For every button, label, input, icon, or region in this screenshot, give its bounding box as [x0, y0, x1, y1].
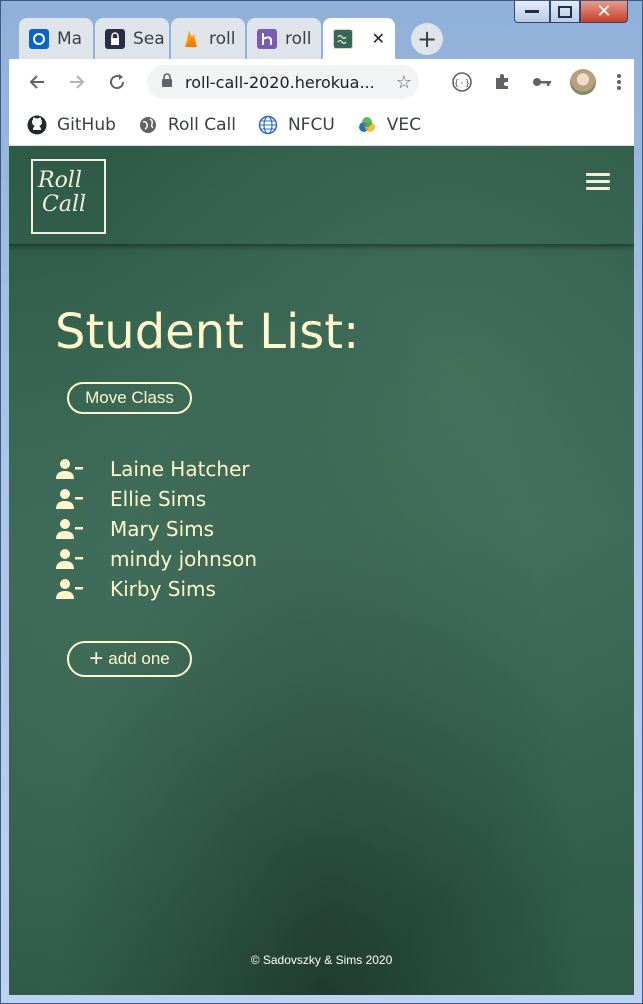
list-item[interactable]: Mary Sims	[56, 514, 257, 544]
logo-line-2: Call	[42, 192, 87, 217]
bookmark-star-icon[interactable]: ☆	[389, 72, 419, 93]
window-close-button[interactable]: ✕	[580, 1, 628, 23]
passwords-key-icon[interactable]	[522, 76, 562, 88]
list-item[interactable]: Kirby Sims	[56, 574, 257, 604]
back-button[interactable]	[17, 73, 57, 91]
menu-kebab-icon[interactable]	[604, 74, 634, 90]
minimize-icon	[525, 9, 539, 13]
student-name: Laine Hatcher	[110, 457, 250, 481]
remove-user-icon[interactable]	[56, 548, 110, 570]
bookmark-nfcu[interactable]: NFCU	[258, 115, 335, 135]
move-class-button[interactable]: Move Class	[67, 382, 192, 414]
outlook-icon	[29, 28, 49, 49]
hamburger-menu-icon[interactable]	[586, 173, 610, 194]
tab-firebase[interactable]: roll	[171, 18, 245, 59]
student-name: Kirby Sims	[110, 577, 216, 601]
tab-label: roll	[209, 28, 236, 49]
forward-button[interactable]	[57, 73, 97, 91]
bookmark-github[interactable]: GitHub	[27, 115, 116, 135]
firebase-icon	[181, 29, 201, 49]
footer-copyright: © Sadovszky & Sims 2020	[250, 953, 393, 967]
bookmark-label: VEC	[386, 115, 422, 135]
address-bar[interactable]: roll-call-2020.herokua... ☆	[147, 65, 419, 99]
tab-label: roll	[285, 28, 312, 49]
roll-call-favicon	[333, 28, 353, 49]
student-name: mindy johnson	[110, 547, 258, 571]
profile-avatar[interactable]	[570, 69, 596, 95]
maximize-button[interactable]	[550, 1, 580, 23]
student-list: Laine Hatcher Ellie Sims Mary Sims mindy…	[56, 454, 257, 604]
tab-heroku[interactable]: roll	[247, 18, 321, 59]
globe-icon	[138, 115, 158, 135]
list-item[interactable]: mindy johnson	[56, 544, 257, 574]
list-item[interactable]: Ellie Sims	[56, 484, 257, 514]
tab-roll-call[interactable]: ✕	[323, 18, 395, 59]
browser-window: ✕ Ma Sea roll roll ✕ + roll-call-2020.he…	[0, 0, 643, 1004]
back-arrow-icon	[29, 75, 44, 89]
remove-user-icon[interactable]	[56, 488, 110, 510]
lock-icon	[161, 72, 173, 92]
github-icon	[27, 115, 47, 135]
tab-search[interactable]: Sea	[95, 18, 169, 59]
extension-code-icon[interactable]: {·}	[442, 71, 482, 93]
roll-call-logo[interactable]: Roll Call	[31, 159, 106, 234]
remove-user-icon[interactable]	[56, 458, 110, 480]
window-controls: ✕	[514, 1, 628, 23]
plus-icon: +	[89, 645, 104, 672]
remove-user-icon[interactable]	[56, 518, 110, 540]
bookmark-label: Roll Call	[167, 115, 236, 135]
add-student-button[interactable]: + add one	[67, 641, 192, 677]
page-title: Student List:	[55, 304, 360, 360]
bookmark-label: NFCU	[287, 115, 335, 135]
tab-close-button[interactable]: ✕	[372, 29, 385, 48]
student-name: Mary Sims	[110, 517, 215, 541]
url-text: roll-call-2020.herokua...	[185, 72, 375, 92]
svg-text:{·}: {·}	[454, 79, 470, 89]
toolbar-actions: {·}	[442, 59, 634, 105]
logo-line-1: Roll	[38, 168, 82, 193]
tab-label: Sea	[133, 28, 165, 49]
new-tab-button[interactable]: +	[411, 23, 443, 55]
reload-icon	[110, 74, 125, 90]
bookmarks-bar: GitHub Roll Call NFCU VEC	[9, 105, 634, 146]
list-item[interactable]: Laine Hatcher	[56, 454, 257, 484]
tab-strip: ✕ Ma Sea roll roll ✕ +	[9, 1, 634, 59]
student-name: Ellie Sims	[110, 487, 207, 511]
tab-outlook[interactable]: Ma	[19, 18, 93, 59]
maximize-icon	[558, 5, 572, 18]
globe-grid-icon	[258, 115, 278, 135]
add-button-label: add one	[108, 649, 170, 668]
reload-button[interactable]	[97, 73, 137, 91]
heroku-icon	[257, 28, 277, 49]
app-navbar: Roll Call	[9, 146, 634, 246]
vec-icon	[357, 115, 377, 135]
page-viewport: Roll Call Student List: Move Class Laine…	[9, 146, 634, 995]
browser-toolbar: roll-call-2020.herokua... ☆ {·}	[9, 59, 634, 105]
bookmark-roll-call[interactable]: Roll Call	[138, 115, 236, 135]
extensions-puzzle-icon[interactable]	[482, 73, 522, 91]
bookmark-vec[interactable]: VEC	[357, 115, 421, 135]
tab-label: Ma	[57, 28, 83, 49]
minimize-button[interactable]	[514, 1, 550, 23]
bookmark-label: GitHub	[57, 115, 116, 135]
lock-app-icon	[105, 28, 125, 49]
forward-arrow-icon	[70, 75, 85, 89]
close-icon: ✕	[596, 1, 612, 22]
remove-user-icon[interactable]	[56, 578, 110, 600]
tabs: Ma Sea roll roll ✕ +	[19, 18, 443, 59]
